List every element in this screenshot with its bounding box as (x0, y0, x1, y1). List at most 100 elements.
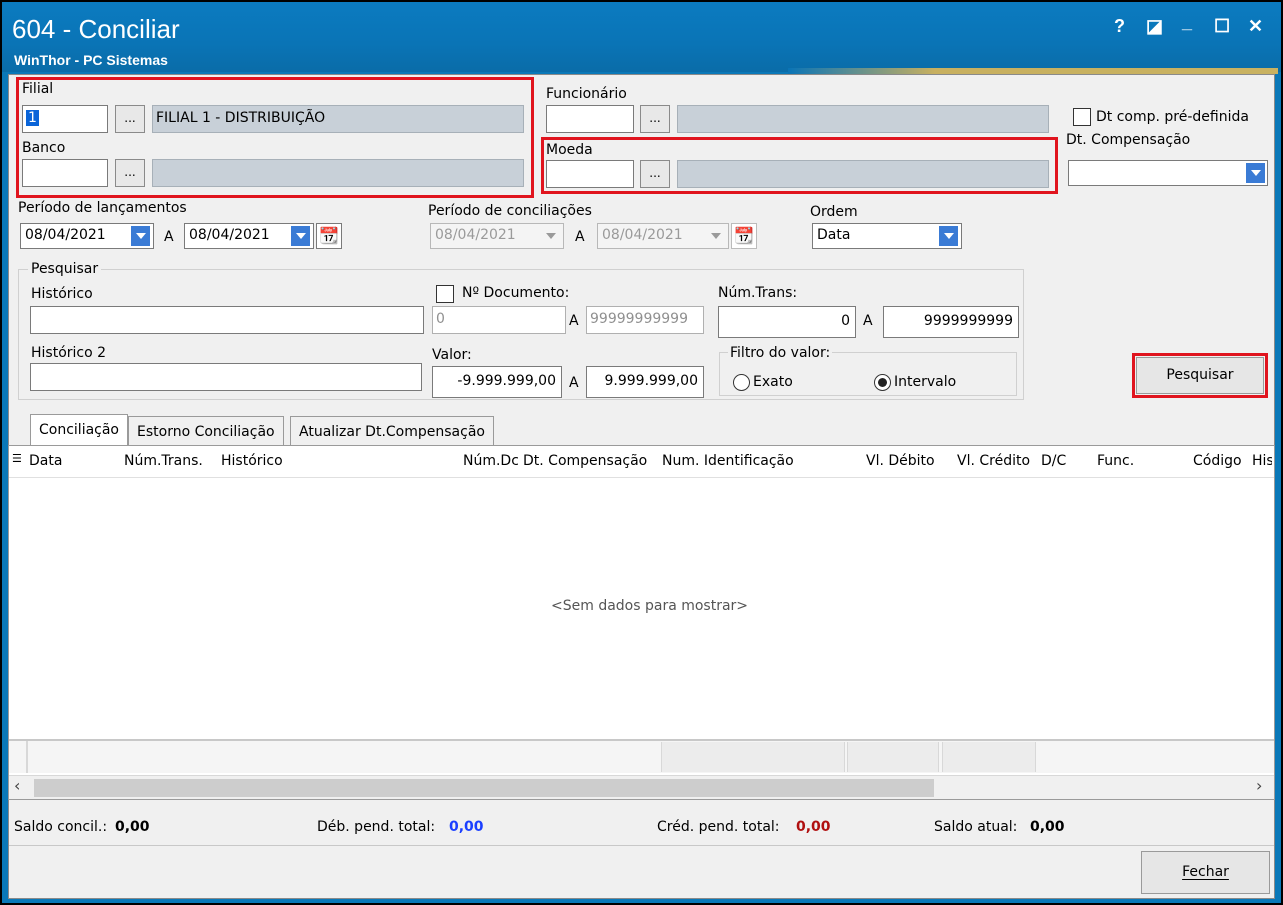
funcionario-lookup-button[interactable]: ... (640, 105, 670, 133)
ndocumento-label: Nº Documento: (462, 285, 570, 301)
intervalo-label: Intervalo (894, 374, 957, 390)
summary-cell (661, 742, 845, 772)
periodo-conciliacoes-label: Período de conciliações (428, 203, 592, 219)
saldo-concil-value: 0,00 (115, 819, 150, 835)
column-chooser-icon[interactable]: ☰ (12, 452, 22, 465)
periodo-conc-to-date: 08/04/2021 (597, 223, 729, 249)
col-dtcompensacao[interactable]: Dt. Compensação (523, 453, 647, 469)
filial-label: Filial (22, 81, 54, 97)
dt-comp-predefinida-label: Dt comp. pré-definida (1096, 109, 1249, 125)
col-historico[interactable]: Histórico (221, 453, 283, 469)
periodo-conc-to-value: 08/04/2021 (602, 227, 683, 243)
tab-estorno-conciliacao[interactable]: Estorno Conciliação (128, 416, 284, 446)
summary-divider (26, 741, 28, 773)
col-codigo[interactable]: Código (1193, 453, 1242, 469)
col-func[interactable]: Func. (1097, 453, 1134, 469)
ndocumento-to-input: 99999999999 (586, 306, 704, 334)
funcionario-name-field (677, 105, 1049, 133)
filial-code-input[interactable]: 1 (22, 105, 108, 133)
moeda-lookup-button[interactable]: ... (640, 160, 670, 188)
funcionario-code-input[interactable] (546, 105, 634, 133)
col-his[interactable]: His (1252, 453, 1272, 469)
historico-input[interactable] (30, 306, 424, 334)
deb-pend-label: Déb. pend. total: (317, 819, 436, 835)
banco-name-field (152, 159, 524, 187)
periodo-lanc-from-date[interactable]: 08/04/2021 (20, 223, 154, 249)
col-vlcredito[interactable]: Vl. Crédito (957, 453, 1030, 469)
tab-conciliacao[interactable]: Conciliação (30, 414, 129, 446)
numtrans-from-input[interactable]: 0 (718, 306, 856, 338)
periodo-lancamentos-label: Período de lançamentos (18, 200, 187, 216)
help-icon[interactable]: ? (1114, 16, 1125, 37)
intervalo-radio[interactable] (874, 374, 891, 391)
dt-compensacao-select[interactable] (1068, 160, 1268, 186)
scroll-left-icon[interactable]: ‹ (14, 776, 20, 795)
col-dc[interactable]: D/C (1041, 453, 1066, 469)
periodo-lanc-from-value: 08/04/2021 (25, 227, 106, 243)
moeda-label: Moeda (546, 142, 593, 158)
valor-label: Valor: (432, 347, 472, 363)
saldo-atual-label: Saldo atual: (934, 819, 1018, 835)
ordem-select[interactable]: Data (812, 223, 962, 249)
summary-cell (942, 742, 1036, 772)
historico2-input[interactable] (30, 363, 422, 391)
moeda-code-input[interactable] (546, 160, 634, 188)
ndocumento-from-input: 0 (432, 306, 566, 334)
window-title: 604 - Conciliar (12, 14, 180, 44)
summary-cell (847, 742, 939, 772)
dt-comp-predefinida-checkbox[interactable] (1073, 108, 1091, 126)
chevron-down-icon (541, 226, 560, 246)
valor-to-input[interactable]: 9.999.999,00 (586, 366, 704, 398)
periodo-conc-from-value: 08/04/2021 (435, 227, 516, 243)
divider (9, 845, 1274, 846)
periodo-lanc-to-value: 08/04/2021 (189, 227, 270, 243)
restore-icon[interactable]: ◪ (1146, 16, 1163, 37)
col-numidentificacao[interactable]: Num. Identificação (662, 453, 794, 469)
calendar-icon[interactable]: 📆 (316, 223, 342, 249)
calendar-icon: 📆 (731, 223, 757, 249)
chevron-down-icon[interactable] (939, 226, 958, 246)
col-vldebito[interactable]: Vl. Débito (866, 453, 935, 469)
banco-code-input[interactable] (22, 159, 108, 187)
cred-pend-label: Créd. pend. total: (657, 819, 780, 835)
pesquisar-button[interactable]: Pesquisar (1136, 357, 1264, 394)
periodo-lanc-to-date[interactable]: 08/04/2021 (184, 223, 314, 249)
numtrans-to-input[interactable]: 9999999999 (883, 306, 1019, 338)
chevron-down-icon[interactable] (291, 226, 310, 246)
valor-from-input[interactable]: -9.999.999,00 (432, 366, 562, 398)
numtrans-label: Núm.Trans: (718, 285, 798, 301)
numtrans-sep: A (863, 313, 873, 329)
moeda-name-field (677, 160, 1049, 188)
chevron-down-icon[interactable] (131, 226, 150, 246)
scrollbar-thumb[interactable] (34, 779, 934, 797)
periodo-conc-sep: A (575, 229, 585, 245)
cred-pend-value: 0,00 (796, 819, 831, 835)
fechar-button[interactable]: Fechar (1141, 851, 1270, 894)
funcionario-label: Funcionário (546, 86, 627, 102)
chevron-down-icon (706, 226, 725, 246)
title-bar (2, 2, 1281, 72)
periodo-lanc-sep: A (164, 229, 174, 245)
scroll-right-icon[interactable]: › (1256, 776, 1262, 795)
valor-sep: A (569, 375, 579, 391)
maximize-icon[interactable]: ☐ (1214, 16, 1230, 37)
dt-compensacao-label: Dt. Compensação (1066, 132, 1191, 148)
col-numdoc[interactable]: Núm.Dc (463, 453, 518, 469)
exato-radio[interactable] (733, 374, 750, 391)
exato-label: Exato (753, 374, 793, 390)
banco-lookup-button[interactable]: ... (115, 159, 145, 187)
grid-summary-row (9, 739, 1274, 773)
close-icon[interactable]: ✕ (1248, 16, 1263, 37)
minimize-icon[interactable]: _ (1182, 12, 1192, 33)
col-numtrans[interactable]: Núm.Trans. (124, 453, 203, 469)
pesquisar-group-label: Pesquisar (28, 261, 102, 277)
periodo-conc-from-date: 08/04/2021 (430, 223, 564, 249)
deb-pend-value: 0,00 (449, 819, 484, 835)
ordem-label: Ordem (810, 204, 858, 220)
tab-atualizar-dt-compensacao[interactable]: Atualizar Dt.Compensação (290, 416, 494, 446)
col-data[interactable]: Data (29, 453, 62, 469)
ordem-value: Data (817, 227, 851, 243)
ndocumento-checkbox[interactable] (436, 285, 454, 303)
chevron-down-icon[interactable] (1246, 163, 1265, 183)
filial-lookup-button[interactable]: ... (115, 105, 145, 133)
